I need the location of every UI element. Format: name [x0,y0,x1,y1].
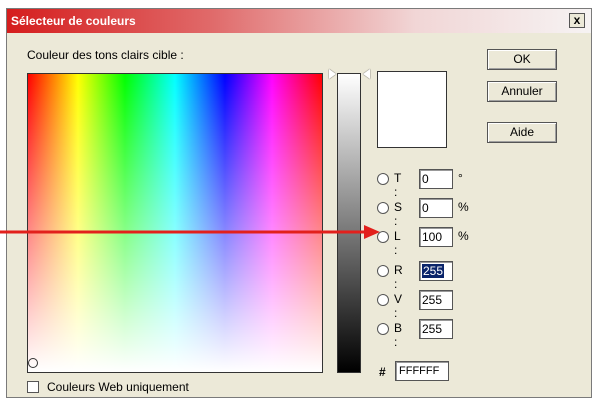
slider-handle-right-icon[interactable] [363,69,370,79]
close-button[interactable]: x [569,13,585,28]
hex-label: # [379,365,386,379]
annotation-arrow-icon [0,225,380,239]
lightness-slider[interactable] [337,73,361,373]
radio-hue[interactable] [377,173,389,185]
target-caption: Couleur des tons clairs cible : [27,48,184,62]
lightness-input[interactable]: 100 [419,227,453,247]
field-label-blue: B : [394,321,403,349]
color-picker-dialog: Sélecteur de couleurs x Couleur des tons… [6,8,592,398]
title-bar: Sélecteur de couleurs [7,9,591,33]
field-unit-saturation: % [458,200,469,214]
websafe-checkbox[interactable] [27,381,39,393]
cancel-button[interactable]: Annuler [487,81,557,102]
red-input[interactable]: 255 [419,261,453,281]
radio-green[interactable] [377,294,389,306]
radio-saturation[interactable] [377,202,389,214]
blue-input[interactable]: 255 [419,319,453,339]
color-field-marker[interactable] [28,358,38,368]
help-button[interactable]: Aide [487,122,557,143]
window-title: Sélecteur de couleurs [11,14,136,28]
hex-input[interactable]: FFFFFF [395,361,449,381]
green-input[interactable]: 255 [419,290,453,310]
field-label-green: V : [394,292,403,320]
websafe-label: Couleurs Web uniquement [47,380,189,394]
saturation-input[interactable]: 0 [419,198,453,218]
color-field[interactable] [27,73,323,373]
annotation-arrowhead [364,225,380,239]
radio-blue[interactable] [377,323,389,335]
field-label-red: R : [394,263,403,291]
field-unit-lightness: % [458,229,469,243]
radio-red[interactable] [377,265,389,277]
field-label-saturation: S : [394,200,403,228]
red-input-value: 255 [422,264,445,278]
field-unit-hue: ° [458,171,463,185]
ok-button[interactable]: OK [487,49,557,70]
field-label-lightness: L : [394,229,401,257]
field-label-hue: T : [394,171,402,199]
color-preview-swatch [377,71,447,148]
hue-input[interactable]: 0 [419,169,453,189]
close-icon: x [573,13,581,27]
slider-handle-left-icon[interactable] [329,69,336,79]
